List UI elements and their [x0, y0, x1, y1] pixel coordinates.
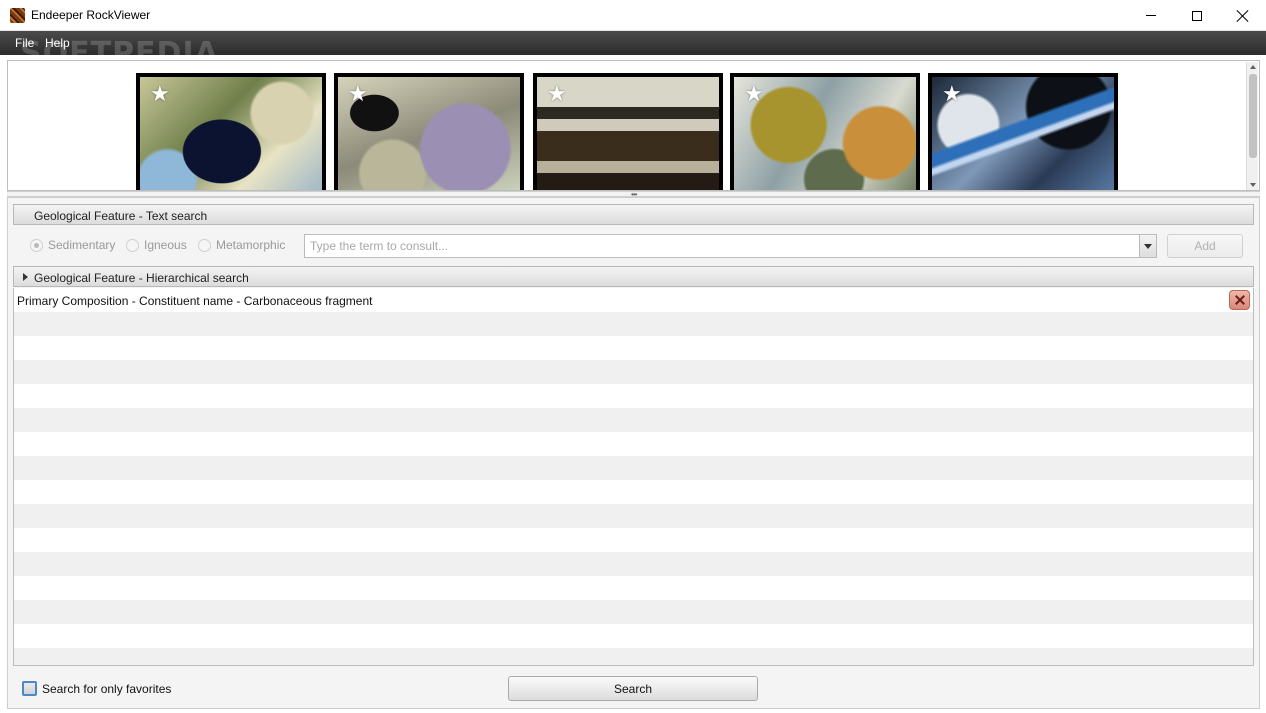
radio-sedimentary[interactable]: Sedimentary [30, 238, 115, 252]
empty-row [14, 456, 1253, 480]
expand-arrow-icon[interactable] [23, 273, 28, 281]
rock-thumbnail[interactable]: ★ [730, 73, 920, 190]
menu-bar: File Help [0, 31, 1266, 55]
radio-igneous[interactable]: Igneous [126, 238, 187, 252]
menu-help[interactable]: Help [45, 36, 70, 50]
remove-criteria-button[interactable] [1229, 290, 1250, 310]
scroll-up-icon[interactable] [1250, 65, 1256, 69]
app-icon [10, 8, 25, 23]
text-search-title: Geological Feature - Text search [34, 209, 208, 223]
empty-row [14, 432, 1253, 456]
text-search-header[interactable]: Geological Feature - Text search [13, 204, 1254, 225]
hierarchical-search-header[interactable]: Geological Feature - Hierarchical search [13, 266, 1254, 287]
rock-thumbnail[interactable]: ★ [136, 73, 326, 190]
star-icon[interactable]: ★ [547, 83, 567, 105]
thumbnail-gallery: ★ ★ ★ ★ ★ [7, 60, 1260, 191]
empty-row [14, 576, 1253, 600]
star-icon[interactable]: ★ [744, 83, 764, 105]
favorites-checkbox[interactable]: Search for only favorites [22, 681, 171, 696]
search-button[interactable]: Search [508, 676, 758, 701]
empty-row [14, 648, 1253, 665]
maximize-button[interactable] [1174, 0, 1220, 31]
star-icon[interactable]: ★ [150, 83, 170, 105]
chevron-down-icon[interactable] [1139, 235, 1156, 257]
favorites-checkbox-label: Search for only favorites [42, 681, 172, 696]
minimize-button[interactable] [1128, 0, 1174, 31]
criteria-list: Primary Composition - Constituent name -… [13, 288, 1254, 666]
empty-row [14, 480, 1253, 504]
gallery-scrollbar[interactable] [1246, 62, 1258, 190]
radio-dot [198, 238, 211, 252]
empty-row [14, 504, 1253, 528]
rock-thumbnail[interactable]: ★ [928, 73, 1118, 190]
empty-row [14, 360, 1253, 384]
window-title: Endeeper RockViewer [31, 8, 151, 22]
add-button[interactable]: Add [1167, 234, 1243, 258]
star-icon[interactable]: ★ [942, 83, 962, 105]
empty-row [14, 552, 1253, 576]
empty-row [14, 408, 1253, 432]
maximize-icon [1192, 10, 1202, 21]
title-bar: Endeeper RockViewer [0, 0, 1266, 31]
empty-row [14, 528, 1253, 552]
empty-row [14, 336, 1253, 360]
criteria-text: Primary Composition - Constituent name -… [17, 294, 373, 308]
star-icon[interactable]: ★ [348, 83, 368, 105]
term-combobox[interactable] [304, 234, 1157, 258]
hierarchical-search-title: Geological Feature - Hierarchical search [34, 271, 249, 285]
list-item[interactable]: Primary Composition - Constituent name -… [14, 288, 1253, 312]
empty-row [14, 624, 1253, 648]
empty-row [14, 600, 1253, 624]
radio-dot [126, 238, 139, 252]
radio-label: Igneous [144, 238, 187, 252]
radio-dot [30, 238, 43, 252]
radio-metamorphic[interactable]: Metamorphic [198, 238, 285, 252]
term-search-input[interactable] [305, 235, 1135, 257]
minimize-icon [1146, 15, 1156, 16]
close-icon [1235, 295, 1245, 305]
close-icon [1237, 10, 1249, 22]
scrollbar-thumb[interactable] [1249, 74, 1257, 158]
empty-row [14, 384, 1253, 408]
radio-label: Sedimentary [48, 238, 116, 252]
checkbox-box[interactable] [22, 681, 37, 696]
radio-label: Metamorphic [216, 238, 286, 252]
menu-file[interactable]: File [15, 36, 34, 50]
search-panel: Geological Feature - Text search Sedimen… [7, 197, 1260, 709]
rock-thumbnail[interactable]: ★ [334, 73, 524, 190]
close-button[interactable] [1220, 0, 1266, 31]
empty-row [14, 312, 1253, 336]
text-search-row: Sedimentary Igneous Metamorphic Add [13, 226, 1254, 266]
scroll-down-icon[interactable] [1250, 183, 1256, 187]
rock-thumbnail[interactable]: ★ [533, 73, 723, 190]
